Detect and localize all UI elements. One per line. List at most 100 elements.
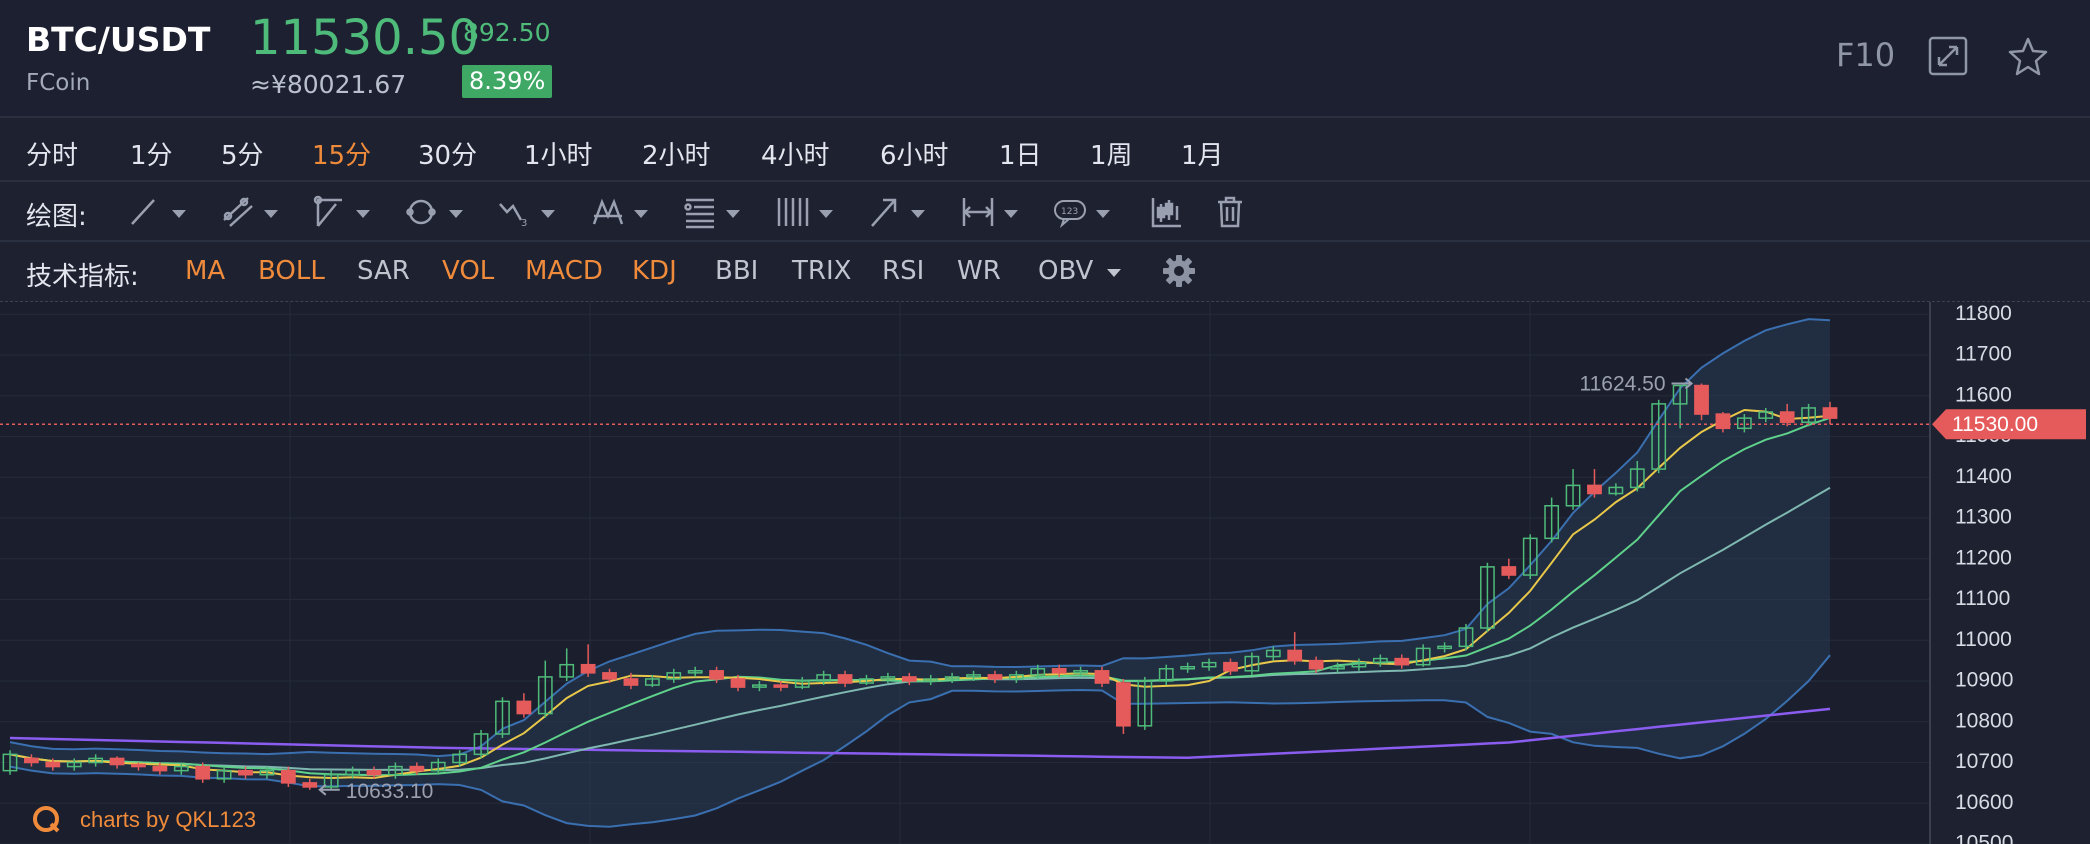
svg-text:123: 123	[1061, 207, 1078, 217]
candle-down	[280, 769, 296, 784]
indicator-ma[interactable]: MA	[185, 256, 225, 286]
trash-icon[interactable]	[1212, 194, 1248, 230]
timeframe-bar: 分时 1分 5分 15分 30分 1小时 2小时 4小时 6小时 1日 1周 1…	[0, 120, 2090, 182]
candle-down	[152, 765, 168, 772]
indicator-sar[interactable]: SAR	[357, 256, 410, 286]
candle-down	[1287, 649, 1303, 662]
watermark-text: charts by QKL123	[80, 807, 256, 832]
candle-down	[602, 672, 617, 680]
current-price-tag: 11530.00	[1932, 409, 2086, 440]
star-icon[interactable]	[2007, 36, 2048, 76]
change-percent-badge: 8.39%	[462, 65, 553, 98]
candle-down	[516, 700, 532, 715]
y-tick-label: 11700	[1955, 343, 2012, 366]
candle-down	[837, 674, 853, 684]
indicator-rsi[interactable]: RSI	[882, 256, 924, 286]
y-tick-label: 11300	[1955, 506, 2012, 529]
candle-down	[109, 757, 125, 766]
svg-text:3: 3	[521, 218, 527, 229]
timeframe-fenshi[interactable]: 分时	[26, 135, 78, 172]
timeframe-5m[interactable]: 5分	[221, 135, 264, 172]
indicator-bbi[interactable]: BBI	[715, 256, 758, 286]
candle-down	[131, 763, 146, 768]
candle-down	[409, 765, 425, 772]
indicator-macd[interactable]: MACD	[525, 256, 603, 286]
candle-down	[1779, 411, 1795, 423]
measure-tool-icon[interactable]	[960, 194, 1040, 230]
candle-down	[195, 765, 211, 780]
y-tick-label: 10700	[1955, 750, 2013, 773]
candle-down	[366, 769, 382, 776]
y-tick-label: 10800	[1955, 709, 2013, 732]
timeframe-1d[interactable]: 1日	[999, 135, 1042, 172]
drawing-toolbar: 绘图: 3 123	[0, 182, 2090, 242]
timeframe-4h[interactable]: 4小时	[761, 135, 830, 172]
current-price-tag-text: 11530.00	[1952, 413, 2038, 436]
gear-icon[interactable]	[1162, 254, 1196, 292]
indicator-bar: 技术指标: MA BOLL SAR VOL MACD KDJ BBI TRIX …	[0, 242, 2090, 302]
indicator-wr[interactable]: WR	[957, 256, 1001, 286]
pattern-tool-icon[interactable]	[590, 194, 670, 230]
timeframe-6h[interactable]: 6小时	[880, 135, 949, 172]
candle-down	[773, 684, 789, 688]
timeframe-1w[interactable]: 1周	[1090, 135, 1133, 172]
timeframe-1mo[interactable]: 1月	[1181, 135, 1224, 172]
indicator-obv[interactable]: OBV	[1038, 256, 1093, 286]
drawing-label: 绘图:	[26, 202, 87, 232]
candle-down	[709, 670, 724, 680]
candle-down	[987, 674, 1003, 680]
angle-tool-icon[interactable]	[312, 194, 392, 230]
candle-down	[1501, 566, 1517, 576]
candle-down	[238, 769, 253, 776]
indicator-trix[interactable]: TRIX	[792, 256, 851, 286]
candle-down	[1308, 659, 1324, 670]
timeframe-2h[interactable]: 2小时	[642, 135, 711, 172]
indicator-kdj[interactable]: KDJ	[632, 256, 677, 286]
candle-down	[1822, 407, 1838, 419]
candle-down	[45, 761, 61, 768]
candle-down	[1116, 682, 1131, 727]
indicator-boll[interactable]: BOLL	[258, 256, 325, 286]
y-tick-label: 11200	[1955, 546, 2012, 569]
candle-down	[302, 782, 318, 788]
candle-down	[730, 678, 746, 688]
fibonacci-tool-icon[interactable]	[682, 194, 762, 230]
exchange-name: FCoin	[26, 70, 91, 96]
candle-down	[1223, 661, 1238, 672]
cycle-tool-icon[interactable]	[405, 194, 485, 230]
channel-tool-icon[interactable]	[220, 194, 300, 230]
candle-down	[1715, 413, 1731, 430]
candle-down	[623, 678, 639, 686]
candle-down	[24, 757, 39, 764]
gann-tool-icon[interactable]	[775, 194, 855, 230]
pair-title: BTC/USDT	[26, 20, 211, 59]
candle-down	[1394, 657, 1410, 666]
y-tick-label: 11600	[1955, 383, 2012, 406]
candle-down	[901, 676, 917, 682]
y-tick-label: 11800	[1955, 302, 2012, 325]
candle-down	[1694, 384, 1709, 415]
price-change: 892.50	[463, 18, 551, 47]
wave-tool-icon[interactable]: 3	[497, 194, 577, 230]
timeframe-1h[interactable]: 1小时	[524, 135, 593, 172]
candle-down	[1094, 670, 1110, 684]
annotation-tool-icon[interactable]: 123	[1052, 194, 1132, 230]
price-cny: ≈¥80021.67	[250, 70, 407, 99]
y-tick-label: 11000	[1955, 628, 2012, 651]
timeframe-15m[interactable]: 15分	[312, 135, 371, 172]
candle-style-icon[interactable]	[1149, 194, 1185, 230]
f10-button[interactable]: F10	[1836, 36, 1895, 74]
timeframe-1m[interactable]: 1分	[130, 135, 173, 172]
y-tick-label: 11100	[1955, 587, 2010, 610]
y-tick-label: 11400	[1955, 465, 2012, 488]
y-tick-label: 10600	[1955, 791, 2013, 814]
timeframe-30m[interactable]: 30分	[418, 135, 477, 172]
chevron-down-icon[interactable]	[1105, 264, 1123, 283]
arrow-tool-icon[interactable]	[867, 194, 947, 230]
candle-down	[1587, 484, 1602, 495]
fullscreen-icon[interactable]	[1928, 36, 1968, 76]
high-annotation-text: 11624.50	[1579, 373, 1665, 396]
line-tool-icon[interactable]	[128, 194, 208, 230]
indicator-vol[interactable]: VOL	[442, 256, 494, 286]
candlestick-chart[interactable]: 1180011700116001150011400113001120011100…	[0, 302, 2090, 844]
